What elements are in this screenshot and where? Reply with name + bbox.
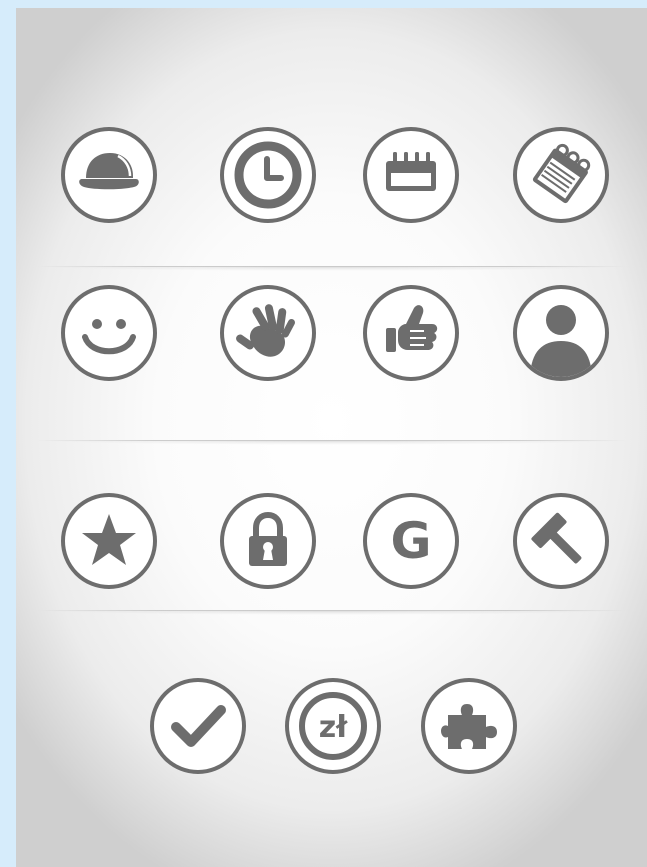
notepad-icon[interactable] (512, 126, 610, 224)
calendar-icon[interactable] (362, 126, 460, 224)
hammer-icon[interactable] (512, 492, 610, 590)
zloty-icon[interactable]: zł (284, 677, 382, 775)
user-icon[interactable] (512, 284, 610, 382)
row-divider (36, 266, 627, 276)
g-icon[interactable]: G (362, 492, 460, 590)
icon-sheet: G zł (16, 8, 647, 867)
helmet-icon[interactable] (60, 126, 158, 224)
hand-icon[interactable] (219, 284, 317, 382)
g-letter: G (390, 512, 431, 570)
checkmark-icon[interactable] (149, 677, 247, 775)
puzzle-icon[interactable] (420, 677, 518, 775)
zloty-symbol: zł (319, 710, 348, 745)
thumbs-up-icon[interactable] (362, 284, 460, 382)
clock-icon[interactable] (219, 126, 317, 224)
row-divider (36, 610, 627, 620)
smiley-icon[interactable] (60, 284, 158, 382)
lock-icon[interactable] (219, 492, 317, 590)
row-divider (36, 440, 627, 450)
star-icon[interactable] (60, 492, 158, 590)
